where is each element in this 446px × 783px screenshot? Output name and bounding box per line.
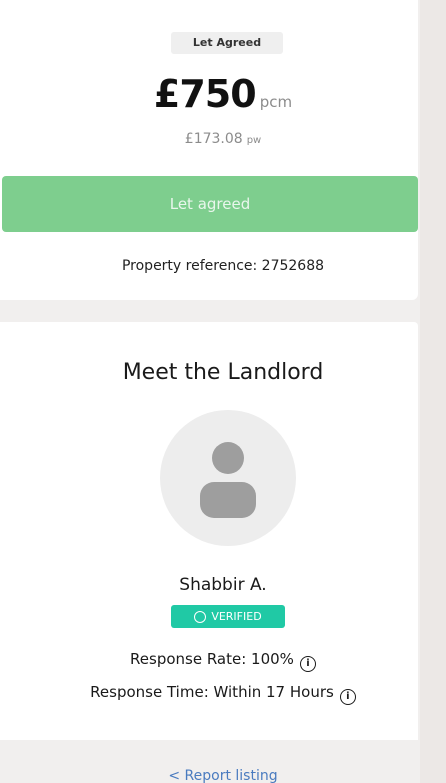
weekly-price: £173.08: [184, 131, 243, 147]
avatar: [160, 410, 296, 546]
response-rate: Response Rate: 100%: [130, 650, 294, 668]
user-placeholder-icon: [200, 442, 256, 518]
verified-badge: VERIFIED: [171, 605, 285, 628]
info-circle-icon[interactable]: i: [339, 689, 356, 705]
status-tag: Let Agreed: [171, 32, 283, 54]
listing-sidebar: Let Agreed £750 pcm £173.08 pw Let agreed …: [0, 0, 446, 783]
response-time: Response Time: Within 17 Hours: [90, 683, 334, 701]
property-reference: Property reference: 2752688: [121, 258, 325, 274]
report-listing-link[interactable]: < Report listing: [0, 768, 446, 783]
verified-label: VERIFIED: [211, 610, 262, 623]
weekly-price-unit: pw: [246, 135, 262, 146]
landlord-name: Shabbir A.: [179, 575, 267, 595]
response-rate-row: Response Rate: 100% i: [0, 650, 446, 672]
weekly-price-row: £173.08 pw: [0, 128, 446, 147]
verified-check-icon: [194, 611, 207, 623]
monthly-price-unit: pcm: [259, 93, 293, 111]
let-agreed-button[interactable]: Let agreed: [2, 176, 418, 232]
monthly-price: £750: [153, 72, 257, 116]
response-time-row: Response Time: Within 17 Hours i: [0, 683, 446, 705]
price-row: £750 pcm: [0, 72, 446, 116]
section-title: Meet the Landlord: [122, 360, 324, 385]
info-circle-icon[interactable]: i: [299, 656, 316, 672]
